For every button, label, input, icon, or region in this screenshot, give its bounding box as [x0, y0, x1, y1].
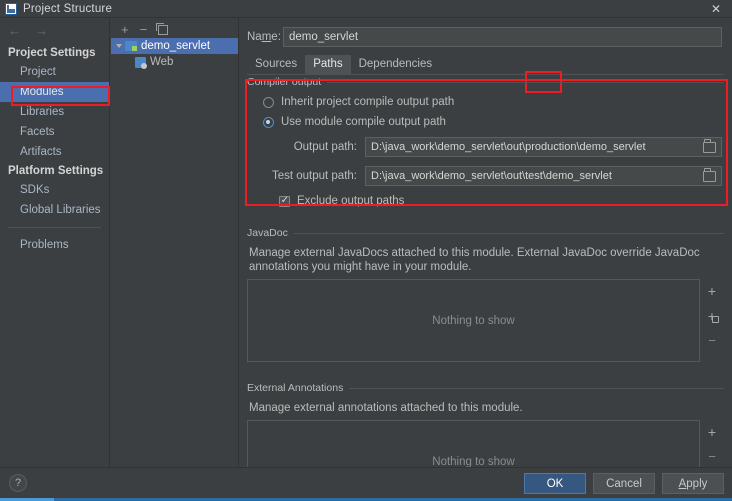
- radio-label: Use module compile output path: [281, 116, 446, 128]
- javadoc-title: JavaDoc: [247, 227, 288, 239]
- module-tree-panel: + − demo_servlet Web: [111, 18, 239, 467]
- add-module-button[interactable]: +: [121, 23, 129, 36]
- apply-button-label: pply: [686, 477, 708, 490]
- module-name-input[interactable]: [283, 27, 722, 47]
- radio-button-icon[interactable]: [263, 116, 274, 128]
- compiler-output-group: Compiler output Inherit project compile …: [247, 70, 724, 207]
- sidebar-item-facets[interactable]: Facets: [0, 122, 109, 142]
- group-rule: [327, 81, 724, 83]
- module-editor-panel: Name: Sources Paths Dependencies Compile…: [239, 18, 732, 501]
- output-path-label: Output path:: [293, 141, 357, 153]
- compiler-output-title-row: Compiler output: [247, 70, 724, 88]
- javadoc-add-button[interactable]: +: [708, 284, 716, 298]
- project-structure-dialog: Project Structure ✕ ← → Project Settings…: [0, 0, 732, 501]
- javadoc-list-buttons: + + −: [700, 279, 724, 362]
- exclude-output-paths-label: Exclude output paths: [297, 195, 405, 207]
- footer-buttons: OK Cancel Apply: [524, 473, 724, 494]
- test-output-path-input[interactable]: [366, 167, 703, 185]
- test-output-path-field[interactable]: [365, 166, 722, 186]
- folder-icon[interactable]: [703, 139, 716, 153]
- copy-icon[interactable]: [156, 22, 169, 35]
- tree-node-label: Web: [150, 56, 174, 68]
- dialog-footer: ? OK Cancel Apply: [0, 467, 732, 498]
- idea-module-icon: [5, 2, 17, 15]
- javadoc-empty-text: Nothing to show: [432, 314, 515, 327]
- checkbox-icon[interactable]: [279, 194, 290, 207]
- paths-scroll-area: Compiler output Inherit project compile …: [239, 70, 732, 501]
- sidebar-divider: [8, 227, 101, 228]
- module-name-label: Name:: [247, 31, 281, 43]
- radio-inherit-project-output[interactable]: Inherit project compile output path: [263, 96, 724, 108]
- javadoc-group: JavaDoc Manage external JavaDocs attache…: [247, 221, 724, 362]
- radio-use-module-output[interactable]: Use module compile output path: [263, 116, 724, 128]
- cancel-button[interactable]: Cancel: [593, 473, 655, 494]
- arrow-left-icon[interactable]: ←: [8, 24, 21, 37]
- close-icon[interactable]: ✕: [708, 2, 724, 16]
- tree-node-label: demo_servlet: [141, 40, 211, 52]
- external-annotations-title-row: External Annotations: [247, 376, 724, 394]
- external-annotations-title: External Annotations: [247, 382, 344, 394]
- external-annotations-description: Manage external annotations attached to …: [249, 402, 523, 414]
- settings-sidebar: ← → Project Settings Project Modules Lib…: [0, 18, 110, 467]
- sidebar-item-libraries[interactable]: Libraries: [0, 102, 109, 122]
- module-name-row: Name:: [247, 26, 722, 48]
- chevron-down-icon[interactable]: [116, 44, 122, 48]
- sidebar-item-artifacts[interactable]: Artifacts: [0, 142, 109, 162]
- compiler-output-title: Compiler output: [247, 76, 322, 88]
- external-annotations-empty-text: Nothing to show: [432, 455, 515, 468]
- javadoc-description: Manage external JavaDocs attached to thi…: [249, 247, 700, 273]
- sidebar-item-global-libraries[interactable]: Global Libraries: [0, 200, 109, 220]
- exclude-output-paths-row[interactable]: Exclude output paths: [279, 194, 724, 207]
- external-annotations-add-button[interactable]: +: [708, 425, 716, 439]
- window-title: Project Structure: [23, 2, 113, 15]
- group-rule: [293, 232, 724, 234]
- sidebar-item-problems[interactable]: Problems: [0, 235, 109, 255]
- web-facet-icon: [135, 56, 147, 69]
- sidebar-item-sdks[interactable]: SDKs: [0, 180, 109, 200]
- help-button[interactable]: ?: [9, 474, 27, 492]
- tree-node-web[interactable]: Web: [111, 54, 238, 70]
- javadoc-list[interactable]: Nothing to show: [247, 279, 700, 362]
- module-tree-toolbar: + −: [111, 18, 238, 38]
- javadoc-list-wrap: Nothing to show + + −: [247, 279, 724, 362]
- arrow-right-icon[interactable]: →: [35, 24, 48, 37]
- test-output-path-row: Test output path:: [263, 166, 724, 186]
- output-path-row: Output path:: [263, 137, 724, 157]
- title-bar: Project Structure ✕: [0, 0, 732, 18]
- sidebar-navigation: ← →: [0, 18, 109, 42]
- sidebar-item-modules[interactable]: Modules: [0, 82, 109, 102]
- apply-button[interactable]: Apply: [662, 473, 724, 494]
- group-rule: [349, 387, 724, 389]
- external-annotations-remove-button[interactable]: −: [708, 450, 716, 463]
- output-path-field[interactable]: [365, 137, 722, 157]
- radio-label: Inherit project compile output path: [281, 96, 455, 108]
- javadoc-add-module-button[interactable]: +: [708, 309, 720, 323]
- sidebar-group-platform-settings: Platform Settings: [8, 165, 104, 177]
- javadoc-remove-button[interactable]: −: [708, 334, 716, 347]
- output-path-input[interactable]: [366, 138, 703, 156]
- tree-node-demo-servlet[interactable]: demo_servlet: [111, 38, 238, 54]
- remove-module-button[interactable]: −: [140, 23, 148, 36]
- sidebar-item-project[interactable]: Project: [0, 62, 109, 82]
- ok-button[interactable]: OK: [524, 473, 586, 494]
- sidebar-list: Project Settings Project Modules Librari…: [0, 42, 109, 255]
- radio-button-icon[interactable]: [263, 96, 274, 108]
- test-output-path-label: Test output path:: [271, 170, 357, 182]
- folder-icon[interactable]: [703, 168, 716, 182]
- module-icon: [125, 41, 137, 51]
- javadoc-title-row: JavaDoc: [247, 221, 724, 239]
- sidebar-group-project-settings: Project Settings: [8, 47, 96, 59]
